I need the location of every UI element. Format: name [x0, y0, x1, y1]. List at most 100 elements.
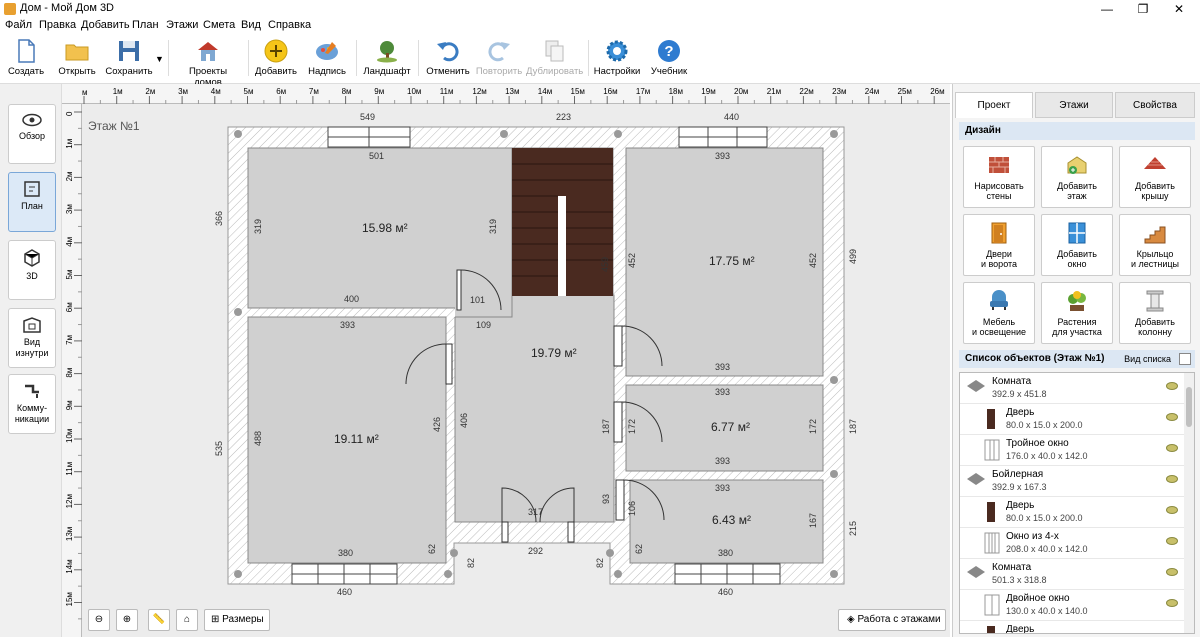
menu-help[interactable]: Справка: [268, 19, 311, 31]
plan-button[interactable]: План: [8, 172, 56, 232]
menu-floors[interactable]: Этажи: [166, 19, 198, 31]
object-name: Комната: [992, 376, 1032, 387]
create-label: Создать: [7, 66, 45, 77]
view-mode-panel: Обзор План 3D Вид изнутри Комму- никации: [0, 84, 62, 637]
settings-button[interactable]: Настройки: [592, 34, 642, 82]
menu-edit[interactable]: Правка: [39, 19, 76, 31]
ruler-label: 4м: [65, 237, 74, 247]
add-window-button[interactable]: Добавить окно: [1041, 214, 1113, 276]
add-button[interactable]: Добавить: [254, 34, 298, 82]
visibility-eye-icon[interactable]: [1166, 444, 1178, 452]
staircase[interactable]: [512, 148, 613, 296]
landscape-button[interactable]: Ландшафт: [362, 34, 412, 82]
roof-icon: [1144, 157, 1166, 169]
dim-label: 380: [718, 548, 733, 558]
object-name: Бойлерная: [992, 469, 1044, 480]
inside-view-button[interactable]: Вид изнутри: [8, 308, 56, 368]
duplicate-button[interactable]: Дублировать: [526, 34, 584, 82]
visibility-eye-icon[interactable]: [1166, 506, 1178, 514]
create-button[interactable]: Создать: [4, 34, 48, 82]
visibility-eye-icon[interactable]: [1166, 568, 1178, 576]
porch-label-1: Крыльцо: [1136, 249, 1174, 259]
ruler-tool-button[interactable]: 📏: [148, 609, 170, 631]
visibility-eye-icon[interactable]: [1166, 537, 1178, 545]
porch-stairs-button[interactable]: Крыльцо и лестницы: [1119, 214, 1191, 276]
object-size: 501.3 x 318.8: [992, 575, 1047, 585]
close-button[interactable]: ✕: [1156, 0, 1200, 18]
plants-button[interactable]: Растения для участка: [1041, 282, 1113, 344]
floor-plan[interactable]: Этаж №1 15.98 м² 17.75 м² 19.79 м² 19.11…: [82, 104, 950, 637]
menu-add[interactable]: Добавить: [81, 19, 130, 31]
communications-button[interactable]: Комму- никации: [8, 374, 56, 434]
dimensions-label: Размеры: [222, 614, 264, 625]
duplicate-label: Дублировать: [526, 66, 584, 77]
save-dropdown-icon[interactable]: ▼: [155, 54, 164, 64]
list-view-toggle[interactable]: Вид списка: [1124, 350, 1171, 368]
list-item[interactable]: Комната 392.9 x 451.8: [960, 373, 1184, 404]
add-window-label-2: окно: [1067, 259, 1087, 269]
column-icon: [1146, 290, 1164, 312]
doors-gates-button[interactable]: Двери и ворота: [963, 214, 1035, 276]
list-item[interactable]: Двойное окно 130.0 x 40.0 x 140.0: [960, 590, 1184, 621]
object-size: 176.0 x 40.0 x 142.0: [1006, 451, 1088, 461]
visibility-eye-icon[interactable]: [1166, 475, 1178, 483]
ruler-label: 2м: [145, 87, 155, 96]
dim-label: 109: [476, 320, 491, 330]
add-column-button[interactable]: Добавить колонну: [1119, 282, 1191, 344]
inside-label-1: Вид: [23, 337, 41, 347]
ruler-label: 10м: [65, 429, 74, 443]
tutorial-button[interactable]: ? Учебник: [646, 34, 692, 82]
view-3d-button[interactable]: 3D: [8, 240, 56, 300]
list-item[interactable]: Окно из 4-х 208.0 x 40.0 x 142.0: [960, 528, 1184, 559]
scrollbar-thumb[interactable]: [1186, 387, 1192, 427]
doors-label-1: Двери: [986, 249, 1012, 259]
tab-project[interactable]: Проект: [955, 92, 1033, 118]
zoom-out-button[interactable]: ⊖: [88, 609, 110, 631]
ruler-label: 18м: [669, 87, 683, 96]
menu-view[interactable]: Вид: [241, 19, 261, 31]
list-item[interactable]: Бойлерная 392.9 x 167.3: [960, 466, 1184, 497]
menu-plan[interactable]: План: [132, 19, 159, 31]
list-item[interactable]: Дверь 80.0 x 15.0 x 200.0: [960, 497, 1184, 528]
house-projects-button[interactable]: Проекты домов: [174, 34, 242, 88]
menu-estimate[interactable]: Смета: [203, 19, 235, 31]
list-item[interactable]: Тройное окно 176.0 x 40.0 x 142.0: [960, 435, 1184, 466]
ruler-label: 9м: [65, 400, 74, 410]
draw-walls-button[interactable]: Нарисовать стены: [963, 146, 1035, 208]
plan-canvas[interactable]: Этаж №1 15.98 м² 17.75 м² 19.79 м² 19.11…: [82, 104, 950, 637]
visibility-eye-icon[interactable]: [1166, 413, 1178, 421]
tab-floors[interactable]: Этажи: [1035, 92, 1113, 118]
visibility-eye-icon[interactable]: [1166, 599, 1178, 607]
add-roof-button[interactable]: Добавить крышу: [1119, 146, 1191, 208]
floors-work-button[interactable]: ◈ Работа с этажами: [838, 609, 946, 631]
tab-properties[interactable]: Свойства: [1115, 92, 1195, 118]
dim-label: 82: [466, 558, 476, 568]
list-item[interactable]: Дверь 80.0 x 15.0 x 200.0: [960, 404, 1184, 435]
add-floor-label-1: Добавить: [1057, 181, 1097, 191]
list-view-icon[interactable]: [1179, 353, 1191, 365]
home-view-button[interactable]: ⌂: [176, 609, 198, 631]
undo-button[interactable]: Отменить: [424, 34, 472, 82]
list-item[interactable]: Комната 501.3 x 318.8: [960, 559, 1184, 590]
object-name: Окно из 4-х: [1006, 531, 1059, 542]
overview-button[interactable]: Обзор: [8, 104, 56, 164]
menu-file[interactable]: Файл: [5, 19, 32, 31]
list-item[interactable]: Дверь: [960, 621, 1184, 633]
object-list-scrollbar[interactable]: [1184, 373, 1194, 633]
dimensions-toggle[interactable]: ⊞ Размеры: [204, 609, 270, 631]
object-size: 392.9 x 451.8: [992, 389, 1047, 399]
redo-button[interactable]: Повторить: [474, 34, 524, 82]
object-list-title: Список объектов (Этаж №1): [965, 353, 1105, 364]
zoom-in-button[interactable]: ⊕: [116, 609, 138, 631]
save-button[interactable]: Сохранить: [104, 34, 154, 82]
add-floor-button[interactable]: Добавить этаж: [1041, 146, 1113, 208]
dim-label: 393: [715, 456, 730, 466]
furniture-lighting-button[interactable]: Мебель и освещение: [963, 282, 1035, 344]
visibility-eye-icon[interactable]: [1166, 382, 1178, 390]
label-button[interactable]: Надпись: [306, 34, 348, 82]
zoom-out-icon: ⊖: [94, 614, 104, 625]
object-list[interactable]: Комната 392.9 x 451.8 Дверь 80.0 x 15.0 …: [959, 372, 1195, 634]
open-button[interactable]: Открыть: [54, 34, 100, 82]
area-label: 19.11 м²: [334, 432, 379, 446]
new-file-icon: [18, 39, 35, 63]
